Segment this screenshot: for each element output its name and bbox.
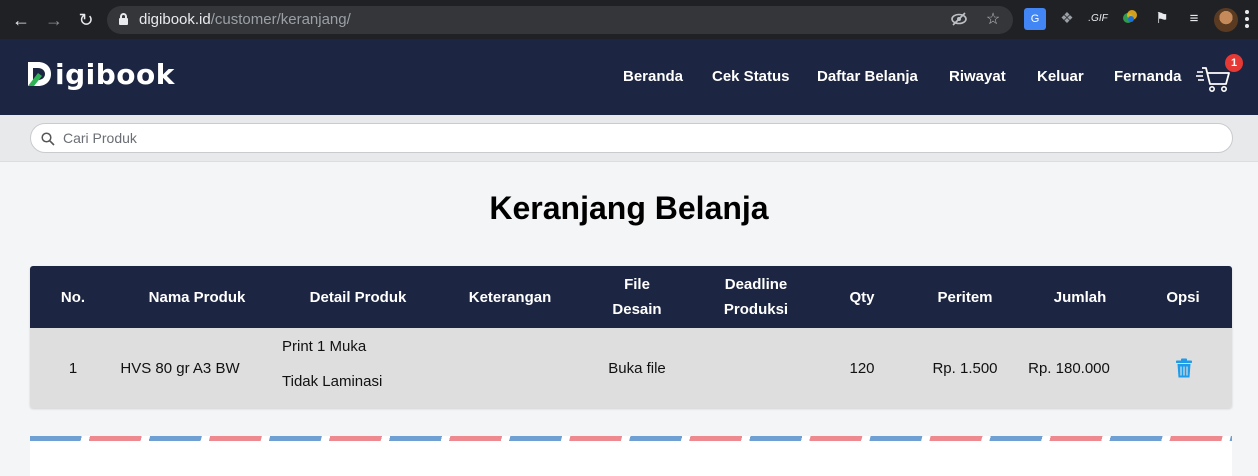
col-keterangan: Keterangan [468, 288, 552, 306]
logo-text: igibook [55, 57, 175, 91]
envelope-stripe-border [30, 436, 1232, 441]
nav-daftar-belanja[interactable]: Daftar Belanja [817, 68, 918, 85]
col-file-desain: File Desain [582, 266, 692, 328]
back-arrow-icon[interactable]: ← [10, 9, 32, 31]
trash-icon[interactable] [1176, 358, 1192, 378]
col-file-desain-line2: Desain [612, 301, 662, 318]
cell-detail-produk: Print 1 Muka Tidak Laminasi [282, 338, 382, 408]
cell-deadline [692, 328, 820, 408]
color-extension-icon[interactable] [1119, 8, 1141, 30]
cart-count-badge: 1 [1225, 54, 1243, 72]
col-no: No. [60, 288, 86, 306]
media-queue-icon[interactable]: ≡ [1183, 8, 1205, 30]
star-icon[interactable]: ☆ [983, 10, 1003, 30]
search-input[interactable] [63, 128, 1213, 148]
translate-extension-icon[interactable]: G [1024, 8, 1046, 30]
search-icon [41, 132, 55, 146]
digibook-logo[interactable]: igibook [24, 57, 175, 91]
col-deadline-line1: Deadline [724, 276, 788, 293]
col-peritem: Peritem [937, 288, 993, 306]
col-deadline-produksi: Deadline Produksi [692, 266, 820, 328]
nav-keluar[interactable]: Keluar [1037, 68, 1084, 85]
cell-keterangan [438, 328, 582, 408]
search-bar[interactable] [30, 123, 1233, 153]
detail-line-print: Print 1 Muka [282, 338, 367, 355]
col-qty: Qty [849, 288, 875, 306]
col-file-desain-line1: File [624, 276, 650, 293]
col-opsi: Opsi [1166, 288, 1200, 306]
more-vert-icon[interactable] [1244, 10, 1250, 30]
nav-riwayat[interactable]: Riwayat [949, 68, 1006, 85]
col-jumlah: Jumlah [1053, 288, 1107, 306]
cell-nama-produk: HVS 80 gr A3 BW [120, 359, 240, 377]
nav-cek-status[interactable]: Cek Status [712, 68, 790, 85]
gif-extension-icon[interactable]: .GIF [1087, 8, 1109, 30]
address-bar[interactable]: digibook.id/customer/keranjang/ ☆ [107, 6, 1013, 34]
table-row: 1 HVS 80 gr A3 BW Print 1 Muka Tidak Lam… [30, 328, 1232, 408]
col-nama-produk: Nama Produk [148, 288, 246, 306]
cart-table: No. Nama Produk Detail Produk Keterangan… [30, 266, 1232, 408]
cell-peritem: Rp. 1.500 [932, 359, 998, 377]
lock-icon [119, 13, 128, 25]
col-detail-produk: Detail Produk [309, 288, 407, 306]
buka-file-link[interactable]: Buka file [582, 328, 692, 408]
page-title: Keranjang Belanja [489, 190, 769, 226]
search-strip [0, 115, 1258, 162]
cell-no: 1 [68, 359, 78, 377]
url-text[interactable]: digibook.id/customer/keranjang/ [139, 11, 351, 28]
eye-off-icon[interactable] [949, 10, 969, 30]
detail-line-laminasi: Tidak Laminasi [282, 373, 383, 390]
col-deadline-line2: Produksi [723, 301, 789, 318]
reload-icon[interactable]: ↻ [75, 9, 97, 31]
forward-arrow-icon[interactable]: → [43, 9, 65, 31]
puzzle-shape-extension-icon[interactable]: ❖ [1056, 8, 1078, 30]
browser-toolbar: ← → ↻ digibook.id/customer/keranjang/ ☆ … [0, 0, 1258, 39]
logo-d-icon [24, 59, 54, 89]
extensions-puzzle-icon[interactable]: ⚑ [1151, 8, 1173, 30]
table-header: No. Nama Produk Detail Produk Keterangan… [30, 266, 1232, 328]
nav-beranda[interactable]: Beranda [623, 68, 683, 85]
nav-user-fernanda[interactable]: Fernanda [1114, 68, 1182, 85]
site-header: igibook Beranda Cek Status Daftar Belanj… [0, 39, 1258, 115]
cell-jumlah: Rp. 180.000 [1028, 359, 1110, 377]
checkout-card [30, 436, 1232, 476]
profile-avatar[interactable] [1214, 8, 1238, 32]
cell-qty: 120 [849, 359, 875, 377]
